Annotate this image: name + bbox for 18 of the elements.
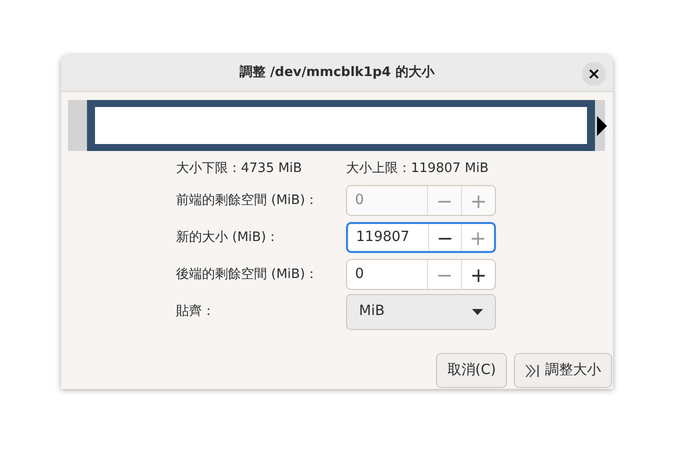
resize-handle-icon[interactable]: [597, 116, 607, 136]
window-title: 調整 /dev/mmcblk1p4 的大小: [240, 64, 434, 82]
caret-icon: [472, 308, 483, 314]
cancel-button[interactable]: 取消(C): [436, 353, 507, 388]
number-input[interactable]: 0: [347, 260, 427, 289]
plus-button[interactable]: +: [461, 260, 495, 289]
snap-dropdown[interactable]: MiB: [346, 294, 496, 330]
field-label: 新的大小 (MiB)：: [176, 228, 280, 247]
min-size-label: 大小下限：4735 MiB: [176, 160, 303, 178]
resize-button[interactable]: 調整大小: [514, 353, 612, 388]
field-label: 前端的剩餘空間 (MiB)：: [176, 192, 320, 210]
field-label: 貼齊：: [176, 302, 216, 321]
number-input[interactable]: 119807: [348, 224, 428, 251]
minus-button[interactable]: −: [428, 224, 461, 251]
close-button[interactable]: ×: [582, 62, 606, 86]
max-size-label: 大小上限：119807 MiB: [346, 160, 489, 178]
resize-icon: [525, 364, 541, 378]
field-label: 後端的剩餘空間 (MiB)：: [176, 266, 320, 284]
